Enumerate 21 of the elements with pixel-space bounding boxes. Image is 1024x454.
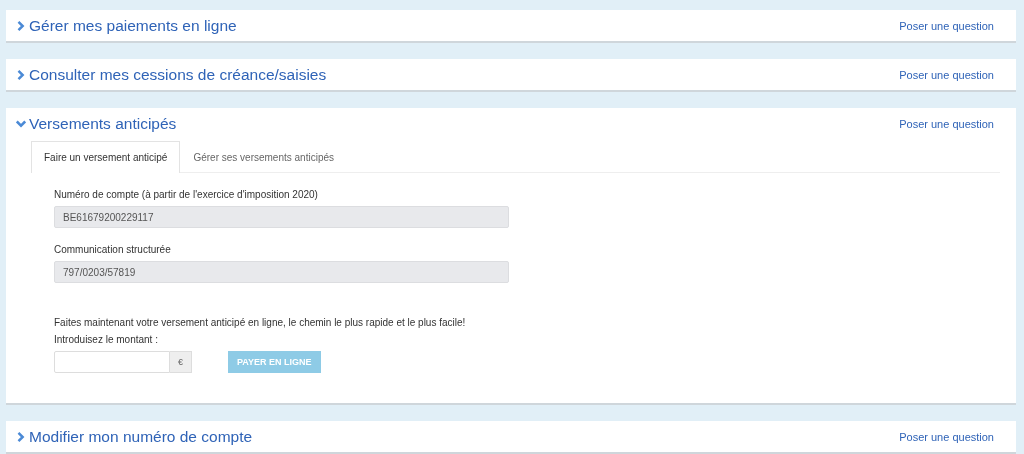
readonly-field[interactable]: 797/0203/57819 [54,261,509,283]
amount-input[interactable] [54,351,170,373]
chevron-right-icon[interactable] [16,68,26,81]
intro-text: Faites maintenant votre versement anticipé en ligne, le chemin le plus rapide et le plus facile! [54,317,467,328]
ask-question-link[interactable]: Poser une question [899,117,994,130]
panel-title[interactable]: Modifier mon numéro de compte [29,427,900,446]
panel-title[interactable]: Gérer mes paiements en ligne [29,16,900,35]
panel-title[interactable]: Consulter mes cessions de créance/saisies [29,65,900,84]
ask-question-link[interactable]: Poser une question [899,430,994,443]
field-label: Introduisez le montant : [54,334,159,345]
field-label: Numéro de compte (à partir de l'exercice d'imposition 2020) [54,189,319,200]
panel-title[interactable]: Versements anticipés [29,114,900,133]
ask-question-link[interactable]: Poser une question [899,68,994,81]
chevron-right-icon[interactable] [16,19,26,32]
readonly-field[interactable]: BE61679200229117 [54,206,509,228]
tab[interactable]: Gérer ses versements anticipés [180,141,348,173]
ask-question-link[interactable]: Poser une question [899,19,994,32]
field-label: Communication structurée [54,244,172,255]
chevron-right-icon[interactable] [16,430,26,443]
tab[interactable]: Faire un versement anticipé [31,141,181,173]
currency-addon: € [170,351,192,373]
